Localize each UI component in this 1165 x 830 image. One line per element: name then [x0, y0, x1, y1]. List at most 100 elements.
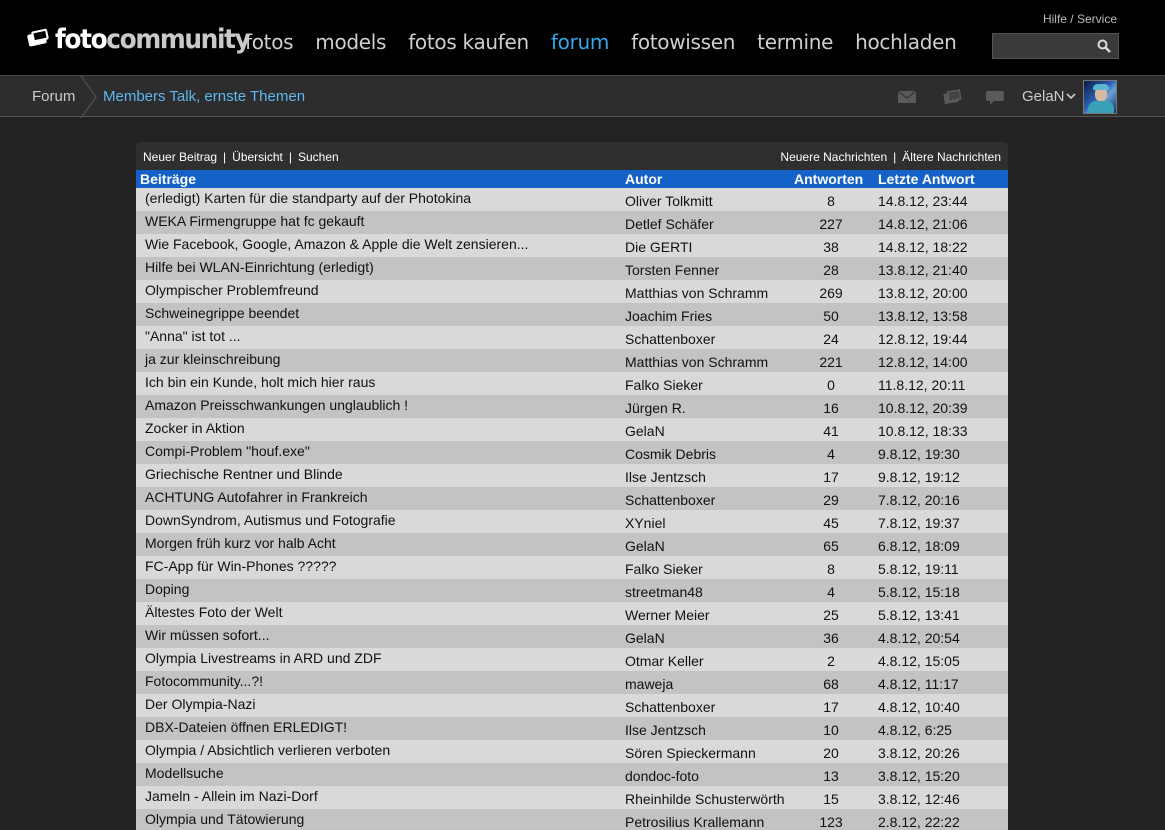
- topic-author-link[interactable]: Oliver Tolkmitt: [625, 193, 713, 209]
- topic-title-link[interactable]: (erledigt) Karten für die standparty auf…: [145, 190, 471, 206]
- search-icon[interactable]: [1097, 39, 1111, 53]
- topic-title-link[interactable]: Fotocommunity...?!: [145, 673, 263, 689]
- table-row[interactable]: Zocker in Aktion GelaN 41 10.8.12, 18:33: [136, 418, 1008, 441]
- topic-author-link[interactable]: Detlef Schäfer: [625, 216, 714, 232]
- table-row[interactable]: (erledigt) Karten für die standparty auf…: [136, 188, 1008, 211]
- chat-icon[interactable]: [985, 89, 1005, 105]
- avatar[interactable]: [1083, 80, 1117, 114]
- topic-author-link[interactable]: Falko Sieker: [625, 377, 703, 393]
- topic-author-link[interactable]: Joachim Fries: [625, 308, 712, 324]
- topic-last-reply[interactable]: 2.8.12, 22:22: [878, 814, 960, 830]
- table-row[interactable]: Olympia / Absichtlich verlieren verboten…: [136, 740, 1008, 763]
- topic-author-link[interactable]: Sören Spieckermann: [625, 745, 756, 761]
- topic-title-link[interactable]: Hilfe bei WLAN-Einrichtung (erledigt): [145, 259, 374, 275]
- topic-last-reply[interactable]: 10.8.12, 18:33: [878, 423, 968, 439]
- topic-last-reply[interactable]: 4.8.12, 6:25: [878, 722, 952, 738]
- nav-item-fotowissen[interactable]: fotowissen: [631, 30, 735, 54]
- table-row[interactable]: FC-App für Win-Phones ????? Falko Sieker 8…: [136, 556, 1008, 579]
- topic-author-link[interactable]: Otmar Keller: [625, 653, 704, 669]
- table-row[interactable]: Olympia und Tätowierung Petrosilius Krall…: [136, 809, 1008, 830]
- older-messages-link[interactable]: Ältere Nachrichten: [902, 150, 1001, 164]
- chevron-down-icon[interactable]: [1066, 92, 1076, 100]
- column-header-posts[interactable]: Beiträge: [140, 170, 196, 188]
- topic-last-reply[interactable]: 9.8.12, 19:12: [878, 469, 960, 485]
- topic-last-reply[interactable]: 4.8.12, 15:05: [878, 653, 960, 669]
- topic-title-link[interactable]: Wir müssen sofort...: [145, 627, 269, 643]
- table-row[interactable]: Der Olympia-Nazi Schattenboxer 17 4.8.12, 1…: [136, 694, 1008, 717]
- topic-title-link[interactable]: Der Olympia-Nazi: [145, 696, 255, 712]
- topic-author-link[interactable]: Ilse Jentzsch: [625, 722, 706, 738]
- topic-author-link[interactable]: Rheinhilde Schusterwörth: [625, 791, 785, 807]
- nav-item-hochladen[interactable]: hochladen: [855, 30, 957, 54]
- topic-last-reply[interactable]: 5.8.12, 13:41: [878, 607, 960, 623]
- search-input[interactable]: [992, 33, 1119, 59]
- topic-title-link[interactable]: Amazon Preisschwankungen unglaublich !: [145, 397, 408, 413]
- topic-last-reply[interactable]: 13.8.12, 21:40: [878, 262, 968, 278]
- table-row[interactable]: Wie Facebook, Google, Amazon & Apple die…: [136, 234, 1008, 257]
- column-header-author[interactable]: Autor: [625, 170, 662, 188]
- topic-title-link[interactable]: Olympia und Tätowierung: [145, 811, 304, 827]
- topic-title-link[interactable]: ACHTUNG Autofahrer in Frankreich: [145, 489, 368, 505]
- topic-author-link[interactable]: Schattenboxer: [625, 492, 715, 508]
- topic-last-reply[interactable]: 12.8.12, 14:00: [878, 354, 968, 370]
- topic-title-link[interactable]: DBX-Dateien öffnen ERLEDIGT!: [145, 719, 347, 735]
- table-row[interactable]: Morgen früh kurz vor halb Acht GelaN 65 6.8…: [136, 533, 1008, 556]
- table-row[interactable]: DBX-Dateien öffnen ERLEDIGT! Ilse Jentzsc…: [136, 717, 1008, 740]
- topic-author-link[interactable]: Cosmik Debris: [625, 446, 716, 462]
- topic-author-link[interactable]: GelaN: [625, 423, 665, 439]
- topic-last-reply[interactable]: 6.8.12, 18:09: [878, 538, 960, 554]
- table-row[interactable]: Hilfe bei WLAN-Einrichtung (erledigt) Tor…: [136, 257, 1008, 280]
- username-menu[interactable]: GelaN: [1022, 88, 1065, 105]
- topic-author-link[interactable]: XYniel: [625, 515, 665, 531]
- topic-last-reply[interactable]: 4.8.12, 10:40: [878, 699, 960, 715]
- topic-title-link[interactable]: Zocker in Aktion: [145, 420, 245, 436]
- topic-author-link[interactable]: GelaN: [625, 630, 665, 646]
- cards-icon[interactable]: [942, 89, 962, 105]
- topic-last-reply[interactable]: 12.8.12, 19:44: [878, 331, 968, 347]
- topic-author-link[interactable]: maweja: [625, 676, 673, 692]
- table-row[interactable]: Doping streetman48 4 5.8.12, 15:18: [136, 579, 1008, 602]
- topic-author-link[interactable]: GelaN: [625, 538, 665, 554]
- breadcrumb-current[interactable]: Members Talk, ernste Themen: [103, 88, 305, 105]
- topic-title-link[interactable]: Ich bin ein Kunde, holt mich hier raus: [145, 374, 375, 390]
- topic-title-link[interactable]: Ältestes Foto der Welt: [145, 604, 282, 620]
- topic-author-link[interactable]: Werner Meier: [625, 607, 710, 623]
- topic-last-reply[interactable]: 13.8.12, 20:00: [878, 285, 968, 301]
- topic-title-link[interactable]: Compi-Problem "houf.exe": [145, 443, 310, 459]
- nav-item-models[interactable]: models: [315, 30, 386, 54]
- topic-author-link[interactable]: Torsten Fenner: [625, 262, 719, 278]
- column-header-last-reply[interactable]: Letzte Antwort: [878, 170, 975, 188]
- topic-title-link[interactable]: Olympia / Absichtlich verlieren verboten: [145, 742, 390, 758]
- topic-author-link[interactable]: Ilse Jentzsch: [625, 469, 706, 485]
- topic-last-reply[interactable]: 14.8.12, 18:22: [878, 239, 968, 255]
- breadcrumb-forum[interactable]: Forum: [32, 88, 75, 105]
- table-row[interactable]: "Anna" ist tot ... Schattenboxer 24 12.8.12…: [136, 326, 1008, 349]
- topic-title-link[interactable]: Griechische Rentner und Blinde: [145, 466, 343, 482]
- topic-last-reply[interactable]: 3.8.12, 20:26: [878, 745, 960, 761]
- column-header-replies[interactable]: Antworten: [794, 170, 863, 188]
- topic-title-link[interactable]: DownSyndrom, Autismus und Fotografie: [145, 512, 396, 528]
- topic-author-link[interactable]: Jürgen R.: [625, 400, 686, 416]
- topic-last-reply[interactable]: 4.8.12, 20:54: [878, 630, 960, 646]
- topic-last-reply[interactable]: 10.8.12, 20:39: [878, 400, 968, 416]
- table-row[interactable]: Wir müssen sofort... GelaN 36 4.8.12, 20:54: [136, 625, 1008, 648]
- table-row[interactable]: Olympischer Problemfreund Matthias von Sc…: [136, 280, 1008, 303]
- topic-last-reply[interactable]: 7.8.12, 19:37: [878, 515, 960, 531]
- topic-last-reply[interactable]: 5.8.12, 19:11: [878, 561, 959, 577]
- topic-author-link[interactable]: Petrosilius Krallemann: [625, 814, 764, 830]
- topic-last-reply[interactable]: 11.8.12, 20:11: [878, 377, 965, 393]
- overview-link[interactable]: Übersicht: [232, 150, 283, 164]
- table-row[interactable]: Jameln - Allein im Nazi-Dorf Rheinhilde S…: [136, 786, 1008, 809]
- nav-item-termine[interactable]: termine: [757, 30, 833, 54]
- topic-title-link[interactable]: Modellsuche: [145, 765, 224, 781]
- topic-last-reply[interactable]: 14.8.12, 23:44: [878, 193, 968, 209]
- topic-title-link[interactable]: Doping: [145, 581, 189, 597]
- topic-title-link[interactable]: ja zur kleinschreibung: [145, 351, 280, 367]
- table-row[interactable]: Fotocommunity...?! maweja 68 4.8.12, 11:17: [136, 671, 1008, 694]
- topic-author-link[interactable]: Die GERTI: [625, 239, 692, 255]
- topic-title-link[interactable]: WEKA Firmengruppe hat fc gekauft: [145, 213, 364, 229]
- topic-author-link[interactable]: streetman48: [625, 584, 703, 600]
- search-link[interactable]: Suchen: [298, 150, 339, 164]
- nav-item-forum[interactable]: forum: [551, 30, 609, 54]
- topic-author-link[interactable]: Matthias von Schramm: [625, 354, 768, 370]
